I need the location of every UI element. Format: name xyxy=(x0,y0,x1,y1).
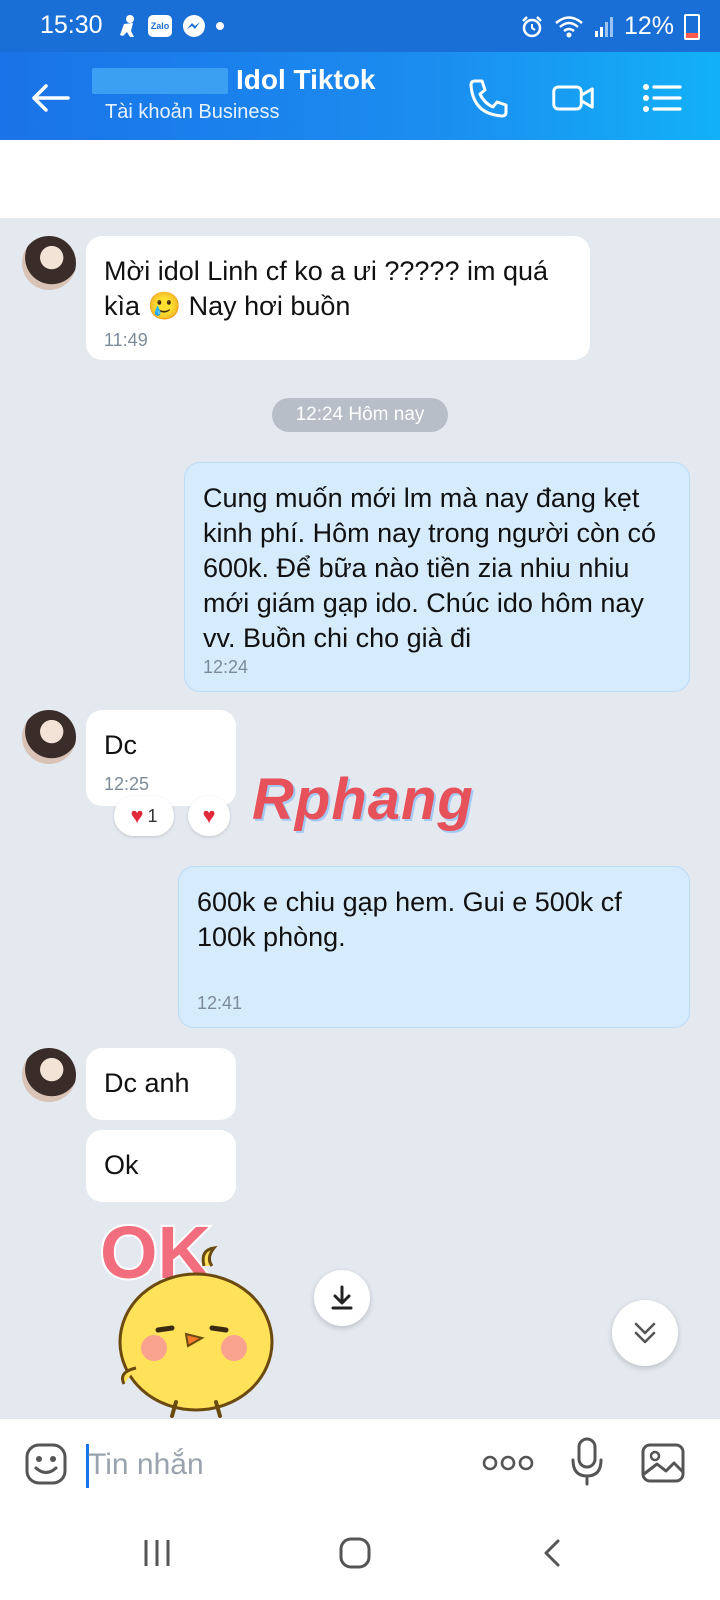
recent-apps-icon[interactable] xyxy=(140,1538,174,1568)
reaction-count: 1 xyxy=(147,805,158,826)
ok-chick-sticker[interactable]: OK xyxy=(96,1212,306,1418)
more-dots-icon[interactable] xyxy=(482,1454,534,1472)
microphone-icon[interactable] xyxy=(570,1436,604,1486)
message-time: 12:25 xyxy=(104,774,150,794)
message-time: 11:49 xyxy=(104,330,148,350)
heart-icon: ♥ xyxy=(202,803,216,828)
message-text: Cung muốn mới lm mà nay đang kẹt kinh ph… xyxy=(203,483,657,653)
watermark: Rphang xyxy=(252,767,474,832)
react-heart-button[interactable]: ♥ xyxy=(188,796,230,836)
message-text: Mời idol Linh cf ko a ưi ????? im quá kì… xyxy=(104,256,549,321)
person-icon xyxy=(120,15,134,37)
message-text: 600k e chiu gạp hem. Gui e 500k cf 100k … xyxy=(197,887,622,952)
date-separator: 12:24 Hôm nay xyxy=(272,398,448,432)
phone-icon[interactable] xyxy=(466,76,510,120)
notification-dot xyxy=(216,22,224,30)
message-bubble-outgoing[interactable]: Cung muốn mới lm mà nay đang kẹt kinh ph… xyxy=(184,462,690,692)
messenger-icon xyxy=(183,15,205,37)
battery-percent: 12% xyxy=(623,12,674,40)
status-app-icons: Zalo xyxy=(118,14,224,38)
chevron-double-down-icon xyxy=(634,1322,656,1344)
contact-subtitle: Tài khoản Business xyxy=(105,101,280,123)
video-call-icon[interactable] xyxy=(551,76,595,120)
signal-icon xyxy=(594,16,613,37)
message-bubble-incoming[interactable]: Mời idol Linh cf ko a ưi ????? im quá kì… xyxy=(86,236,590,360)
alarm-icon xyxy=(522,15,542,37)
download-icon xyxy=(331,1285,353,1310)
message-text: Dc xyxy=(104,730,137,760)
battery-icon xyxy=(684,13,700,40)
message-bubble-outgoing[interactable]: 600k e chiu gạp hem. Gui e 500k cf 100k … xyxy=(178,866,690,1028)
message-time: 12:24 xyxy=(203,657,249,677)
status-time: 15:30 xyxy=(40,11,103,39)
message-bubble-incoming[interactable]: Dc anh xyxy=(86,1048,236,1120)
avatar[interactable] xyxy=(22,1048,76,1102)
emoji-icon[interactable] xyxy=(24,1442,68,1486)
wifi-icon xyxy=(555,15,583,37)
pinned-area xyxy=(0,140,720,218)
contact-name[interactable]: Idol Tiktok xyxy=(236,64,376,96)
menu-list-icon[interactable] xyxy=(640,76,684,120)
message-input[interactable]: Tin nhắn xyxy=(88,1448,204,1482)
back-arrow-icon[interactable] xyxy=(28,82,72,114)
back-icon[interactable] xyxy=(540,1538,564,1568)
image-icon[interactable] xyxy=(640,1442,686,1484)
message-text: Dc anh xyxy=(104,1068,190,1098)
avatar[interactable] xyxy=(22,710,76,764)
home-icon[interactable] xyxy=(338,1536,372,1570)
status-right: 12% xyxy=(520,12,700,41)
avatar[interactable] xyxy=(22,236,76,290)
redacted-name xyxy=(92,68,228,94)
heart-icon: ♥ xyxy=(130,803,144,828)
message-text: Ok xyxy=(104,1150,139,1180)
download-button[interactable] xyxy=(314,1270,370,1326)
zalo-icon: Zalo xyxy=(148,15,172,37)
message-bubble-incoming[interactable]: Ok xyxy=(86,1130,236,1202)
reaction-summary[interactable]: ♥ 1 xyxy=(114,796,174,836)
message-bubble-incoming[interactable]: Dc 12:25 xyxy=(86,710,236,806)
message-time: 12:41 xyxy=(197,993,243,1013)
scroll-to-bottom-button[interactable] xyxy=(612,1300,678,1366)
